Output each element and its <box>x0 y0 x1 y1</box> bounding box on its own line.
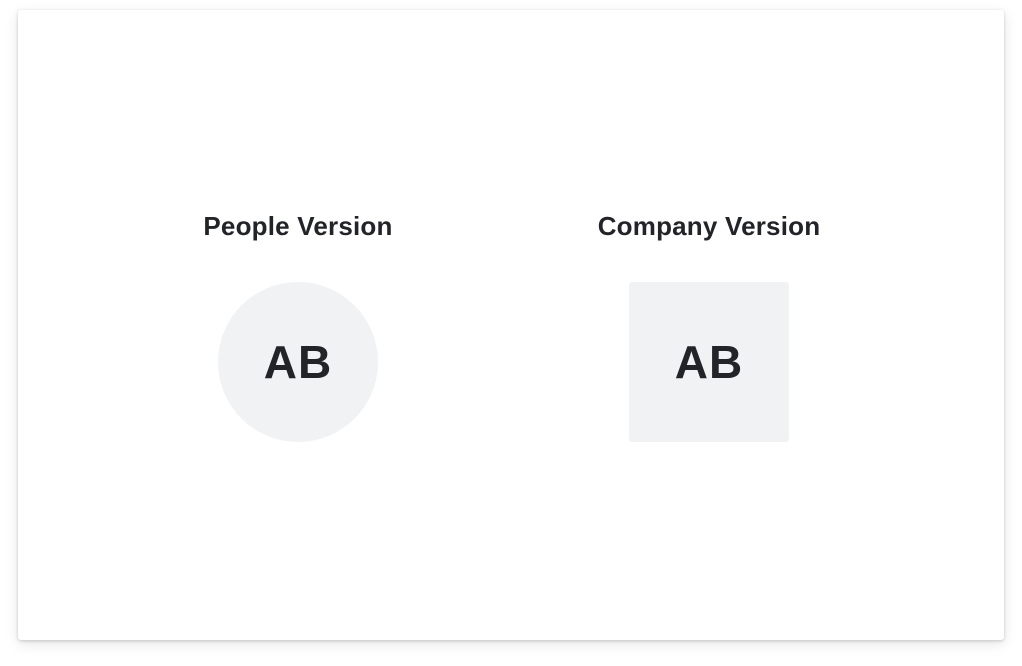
company-avatar-initials: AB <box>674 336 744 388</box>
people-version-title: People Version <box>203 211 393 241</box>
avatar-demo-card: People Version AB Company Version AB <box>18 10 1004 640</box>
people-version-section: People Version AB <box>148 210 448 442</box>
company-avatar: AB <box>629 282 789 442</box>
people-avatar: AB <box>218 282 378 442</box>
people-avatar-initials: AB <box>263 336 333 388</box>
company-version-title: Company Version <box>597 211 821 241</box>
company-version-section: Company Version AB <box>559 210 859 442</box>
